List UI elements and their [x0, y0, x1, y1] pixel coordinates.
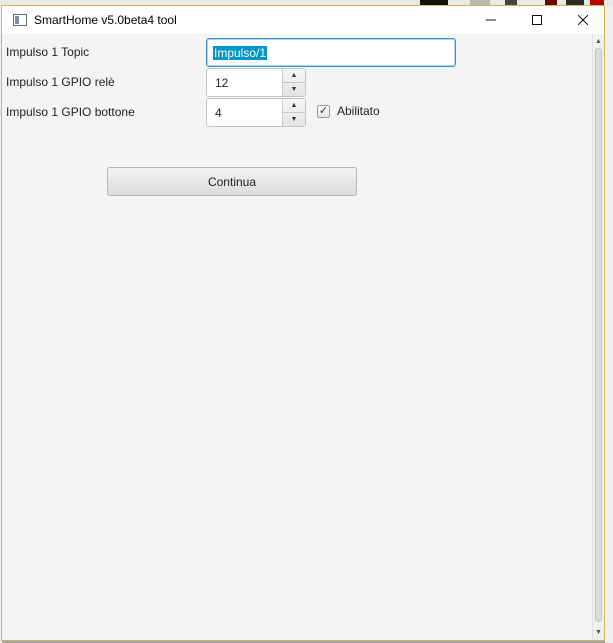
app-icon — [13, 14, 27, 26]
minimize-icon — [486, 19, 496, 21]
window-title: SmartHome v5.0beta4 tool — [34, 13, 177, 27]
scroll-down-button[interactable]: ▼ — [593, 626, 604, 638]
relay-gpio-value[interactable]: 12 — [207, 69, 282, 96]
maximize-icon — [532, 15, 542, 25]
title-bar[interactable]: SmartHome v5.0beta4 tool — [2, 6, 604, 34]
checkmark-icon: ✓ — [318, 104, 329, 117]
enabled-checkbox-label[interactable]: Abilitato — [337, 104, 380, 118]
close-icon — [578, 15, 588, 25]
background-app-right-edge — [605, 6, 613, 643]
relay-label: Impulso 1 GPIO relè — [6, 75, 115, 89]
app-window: SmartHome v5.0beta4 tool Impulso 1 Topic… — [1, 5, 605, 641]
chevron-up-icon: ▲ — [595, 37, 602, 45]
topic-label: Impulso 1 Topic — [6, 45, 90, 59]
chevron-up-icon: ▲ — [290, 102, 298, 109]
chevron-down-icon: ▼ — [595, 628, 602, 636]
maximize-button[interactable] — [514, 6, 560, 34]
button-increment-button[interactable]: ▲ — [283, 99, 305, 113]
vertical-scrollbar[interactable]: ▲ ▼ — [592, 34, 604, 640]
button-gpio-value[interactable]: 4 — [207, 99, 282, 126]
button-decrement-button[interactable]: ▼ — [283, 113, 305, 126]
form-panel: Impulso 1 Topic Impulso/1 Impulso 1 GPIO… — [2, 34, 592, 640]
button-gpio-label: Impulso 1 GPIO bottone — [6, 105, 135, 119]
scrollbar-thumb[interactable] — [595, 48, 602, 622]
topic-input[interactable]: Impulso/1 — [206, 38, 456, 67]
relay-decrement-button[interactable]: ▼ — [283, 83, 305, 96]
relay-gpio-spinner[interactable]: 12 ▲ ▼ — [206, 68, 306, 97]
chevron-up-icon: ▲ — [290, 72, 298, 79]
chevron-down-icon: ▼ — [290, 116, 298, 123]
enabled-checkbox-box[interactable]: ✓ — [317, 104, 330, 118]
scroll-up-button[interactable]: ▲ — [593, 35, 604, 47]
button-gpio-spinner[interactable]: 4 ▲ ▼ — [206, 98, 306, 127]
minimize-button[interactable] — [468, 6, 514, 34]
chevron-down-icon: ▼ — [290, 86, 298, 93]
continue-button[interactable]: Continua — [107, 167, 357, 196]
enabled-checkbox[interactable]: ✓ Abilitato — [317, 104, 380, 118]
close-button[interactable] — [560, 6, 606, 34]
topic-input-value: Impulso/1 — [213, 45, 268, 60]
relay-increment-button[interactable]: ▲ — [283, 69, 305, 83]
